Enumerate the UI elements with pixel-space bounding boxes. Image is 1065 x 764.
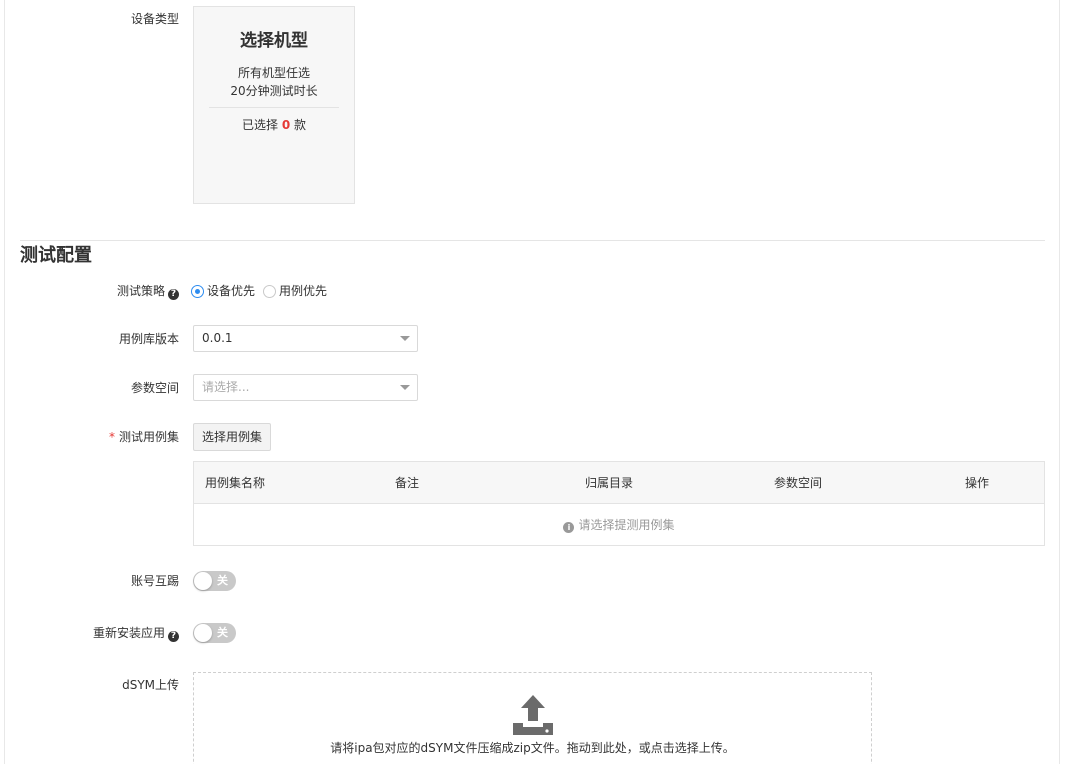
test-suite-label: * 测试用例集 [90, 428, 179, 446]
reinstall-switch[interactable]: 关 [193, 623, 236, 643]
col-directory: 归属目录 [585, 476, 634, 490]
library-version-value: 0.0.1 [202, 331, 233, 345]
suite-table: 用例集名称 备注 归属目录 参数空间 操作 i 请选择提测用例集 [193, 461, 1045, 546]
suite-table-header: 用例集名称 备注 归属目录 参数空间 操作 [194, 462, 1044, 504]
frame-left-border [4, 0, 5, 764]
param-space-label: 参数空间 [130, 381, 179, 395]
strategy-label-text: 测试策略 [116, 284, 165, 298]
strategy-label: 测试策略? [90, 282, 179, 300]
device-chosen-count: 已选择 0 款 [194, 116, 354, 134]
device-card-desc-line1: 所有机型任选 [237, 66, 310, 80]
col-actions: 操作 [965, 476, 990, 490]
test-suite-label-text: 测试用例集 [118, 430, 179, 444]
radio-dot-checked [191, 284, 204, 298]
col-param-space: 参数空间 [774, 476, 823, 490]
switch-knob [194, 572, 212, 590]
switch-state-text: 关 [217, 574, 228, 587]
reinstall-label-text: 重新安装应用 [92, 626, 165, 640]
chosen-prefix: 已选择 [241, 118, 278, 132]
switch-knob [194, 624, 212, 642]
select-suite-button[interactable]: 选择用例集 [193, 423, 271, 451]
dsym-upload-hint: 请将ipa包对应的dSYM文件压缩成zip文件。拖动到此处，或点击选择上传。 [330, 741, 735, 755]
caret-down-icon [400, 385, 410, 390]
radio-device-first-label: 设备优先 [207, 284, 256, 298]
info-icon: i [563, 522, 575, 533]
table-empty-state: i 请选择提测用例集 [194, 505, 1044, 545]
radio-dot [263, 284, 277, 298]
frame-right-border [1059, 0, 1060, 764]
section-title: 测试配置 [20, 245, 92, 266]
col-remark: 备注 [395, 476, 420, 490]
device-select-card[interactable]: 选择机型 所有机型任选 20分钟测试时长 已选择 0 款 [193, 6, 355, 204]
chosen-number: 0 [281, 118, 291, 132]
col-suite-name: 用例集名称 [205, 476, 266, 490]
account-kick-label: 账号互踢 [130, 574, 179, 588]
question-icon[interactable]: ? [168, 631, 179, 642]
account-kick-switch[interactable]: 关 [193, 571, 236, 591]
param-space-select[interactable]: 请选择... [193, 374, 418, 401]
strategy-radio-group: 设备优先 用例优先 [191, 282, 335, 300]
radio-device-first[interactable]: 设备优先 [191, 282, 255, 300]
empty-text: 请选择提测用例集 [578, 518, 675, 532]
library-version-select[interactable]: 0.0.1 [193, 325, 418, 352]
caret-down-icon [400, 336, 410, 341]
chosen-suffix: 款 [294, 118, 307, 132]
radio-case-first-label: 用例优先 [279, 284, 328, 298]
section-divider [20, 240, 1045, 241]
dsym-upload-dropzone[interactable]: 请将ipa包对应的dSYM文件压缩成zip文件。拖动到此处，或点击选择上传。 [193, 672, 872, 764]
switch-state-text: 关 [217, 626, 228, 639]
param-space-placeholder: 请选择... [202, 380, 250, 394]
device-type-label: 设备类型 [130, 12, 179, 26]
device-card-desc: 所有机型任选 20分钟测试时长 [194, 64, 354, 100]
upload-icon [513, 695, 553, 735]
question-icon[interactable]: ? [168, 289, 179, 300]
device-card-title: 选择机型 [240, 31, 308, 51]
radio-case-first[interactable]: 用例优先 [263, 282, 327, 300]
device-card-desc-line2: 20分钟测试时长 [230, 84, 318, 98]
library-version-label: 用例库版本 [118, 332, 179, 346]
dsym-label: dSYM上传 [122, 678, 179, 692]
reinstall-label: 重新安装应用? [60, 624, 179, 642]
required-asterisk: * [108, 430, 115, 444]
device-card-divider [209, 107, 339, 108]
